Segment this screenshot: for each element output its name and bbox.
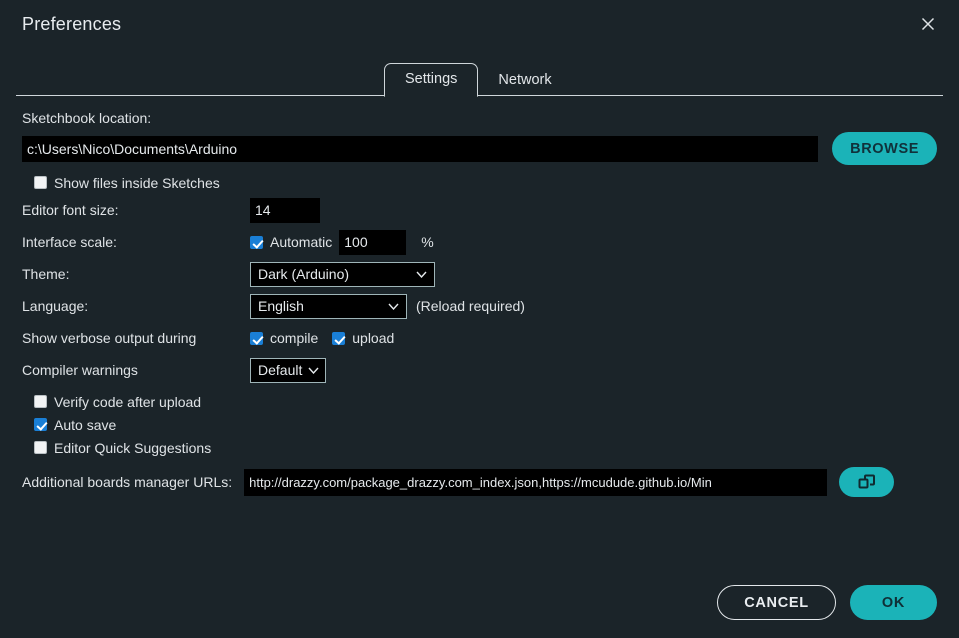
verbose-output-row: Show verbose output during compile uploa… [22, 322, 937, 354]
chevron-down-icon [416, 271, 427, 278]
interface-scale-input[interactable] [339, 229, 407, 255]
theme-label: Theme: [22, 266, 70, 282]
dialog-titlebar: Preferences [0, 0, 959, 48]
auto-save-label: Auto save [54, 416, 117, 433]
editor-font-size-input[interactable] [250, 197, 320, 223]
compiler-warnings-row: Compiler warnings Default [22, 354, 937, 386]
verbose-upload-label: upload [352, 330, 395, 346]
theme-select[interactable]: Dark (Arduino) [250, 261, 435, 287]
theme-row: Theme: Dark (Arduino) [22, 258, 937, 290]
interface-scale-controls: Automatic % [250, 229, 434, 255]
interface-scale-automatic-label: Automatic [270, 234, 333, 250]
verbose-output-label: Show verbose output during [22, 330, 197, 346]
sketchbook-location-row: BROWSE [22, 132, 937, 165]
tab-bar: Settings Network [16, 54, 943, 97]
theme-select-value: Dark (Arduino) [258, 266, 350, 282]
chevron-down-icon [308, 367, 319, 374]
verbose-compile-checkbox[interactable] [250, 331, 263, 345]
verbose-compile-row[interactable]: compile [250, 327, 318, 350]
verbose-upload-checkbox[interactable] [332, 331, 346, 345]
language-select[interactable]: English [250, 293, 407, 319]
chevron-down-icon [388, 303, 399, 310]
settings-form: Sketchbook location: BROWSE Show files i… [0, 96, 959, 499]
editor-font-size-row: Editor font size: [22, 194, 937, 226]
sketchbook-location-input[interactable] [22, 135, 819, 162]
sketchbook-location-label: Sketchbook location: [22, 110, 152, 126]
interface-scale-unit: % [421, 234, 434, 250]
close-button[interactable] [911, 7, 945, 41]
interface-scale-automatic-checkbox[interactable] [250, 235, 263, 249]
compiler-warnings-select[interactable]: Default [250, 357, 327, 383]
editor-quick-suggestions-label: Editor Quick Suggestions [54, 439, 212, 456]
tab-network-label: Network [498, 71, 552, 88]
show-files-inside-sketches-label: Show files inside Sketches [54, 174, 220, 191]
tab-network[interactable]: Network [478, 65, 571, 97]
auto-save-checkbox[interactable] [34, 418, 47, 431]
tab-settings[interactable]: Settings [384, 62, 479, 97]
boards-manager-urls-row: Additional boards manager URLs: [22, 465, 937, 499]
auto-save-row[interactable]: Auto save [34, 413, 937, 436]
browse-button[interactable]: BROWSE [832, 132, 937, 165]
ok-button[interactable]: OK [849, 585, 937, 620]
editor-quick-suggestions-row[interactable]: Editor Quick Suggestions [34, 436, 937, 459]
editor-quick-suggestions-checkbox[interactable] [34, 441, 47, 454]
verbose-compile-label: compile [270, 330, 319, 346]
compiler-warnings-select-value: Default [258, 362, 303, 378]
language-label: Language: [22, 298, 89, 314]
boards-manager-urls-input[interactable] [244, 468, 828, 496]
tab-settings-label: Settings [405, 70, 458, 87]
verbose-upload-row[interactable]: upload [332, 327, 394, 350]
verbose-output-controls: compile upload [250, 327, 394, 350]
language-row: Language: English (Reload required) [22, 290, 937, 322]
language-select-value: English [258, 298, 304, 314]
verify-code-after-upload-row[interactable]: Verify code after upload [34, 390, 937, 413]
dialog-footer: CANCEL OK [717, 585, 937, 620]
show-files-inside-sketches-row[interactable]: Show files inside Sketches [34, 171, 937, 194]
boards-manager-urls-edit-button[interactable] [839, 467, 895, 497]
verify-code-after-upload-checkbox[interactable] [34, 395, 47, 408]
verify-code-after-upload-label: Verify code after upload [54, 393, 202, 410]
editor-font-size-label: Editor font size: [22, 202, 119, 218]
interface-scale-row: Interface scale: Automatic % [22, 226, 937, 258]
language-reload-note: (Reload required) [416, 298, 525, 314]
close-icon [920, 16, 936, 32]
cancel-button[interactable]: CANCEL [717, 585, 836, 620]
interface-scale-label: Interface scale: [22, 234, 117, 250]
boards-manager-urls-label: Additional boards manager URLs: [22, 474, 233, 490]
page-title: Preferences [22, 13, 122, 34]
copy-windows-icon [857, 472, 877, 492]
show-files-inside-sketches-checkbox[interactable] [34, 176, 47, 189]
compiler-warnings-label: Compiler warnings [22, 362, 138, 378]
